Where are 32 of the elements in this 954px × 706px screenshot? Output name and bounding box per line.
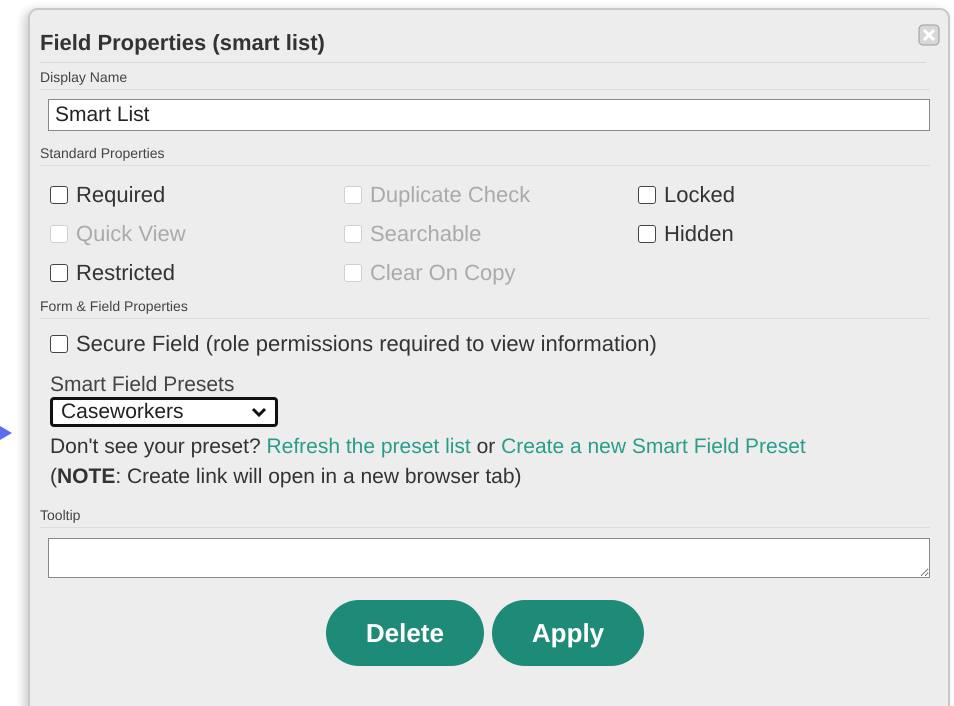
- checkbox-label: Secure Field (role permissions required to view information): [76, 331, 657, 357]
- checkbox[interactable]: [638, 225, 656, 243]
- checkbox[interactable]: [638, 186, 656, 204]
- tooltip-field[interactable]: [48, 538, 930, 578]
- presets-label: Smart Field Presets: [50, 373, 236, 397]
- help-text: Don't see your preset? Refresh the preset list or Create a new Smart Field Preset: [50, 435, 807, 459]
- checkbox-label: Searchable: [370, 221, 482, 247]
- checkbox[interactable]: [50, 264, 68, 282]
- note-text: (NOTE: Create link will open in a new browser tab): [50, 465, 523, 489]
- arrow-icon: [0, 426, 12, 440]
- presets-dropdown[interactable]: Caseworkers: [50, 397, 278, 427]
- section-label: Display Name: [40, 63, 930, 90]
- dialog-button[interactable]: Delete: [326, 600, 484, 666]
- checkbox[interactable]: [50, 335, 68, 353]
- dialog-button[interactable]: Apply: [492, 600, 644, 666]
- section-label: Form & Field Properties: [40, 292, 930, 319]
- checkbox-label: Hidden: [664, 221, 734, 247]
- close-icon[interactable]: [918, 24, 940, 46]
- section-label: Standard Properties: [40, 139, 930, 166]
- checkbox[interactable]: [50, 186, 68, 204]
- checkbox-label: Locked: [664, 182, 735, 208]
- checkbox-label: Quick View: [76, 221, 186, 247]
- link[interactable]: Refresh the preset list: [266, 435, 471, 458]
- dialog-title: Field Properties (smart list): [40, 29, 325, 56]
- checkbox-label: Duplicate Check: [370, 182, 530, 208]
- checkbox-label: Clear On Copy: [370, 260, 516, 286]
- chevron-down-icon: [251, 407, 267, 417]
- display-name-field[interactable]: Smart List: [48, 99, 930, 131]
- checkbox-label: Restricted: [76, 260, 176, 286]
- link[interactable]: Create a new Smart Field Preset: [501, 435, 806, 458]
- section-label: Tooltip: [40, 501, 930, 528]
- checkbox-label: Required: [76, 182, 166, 208]
